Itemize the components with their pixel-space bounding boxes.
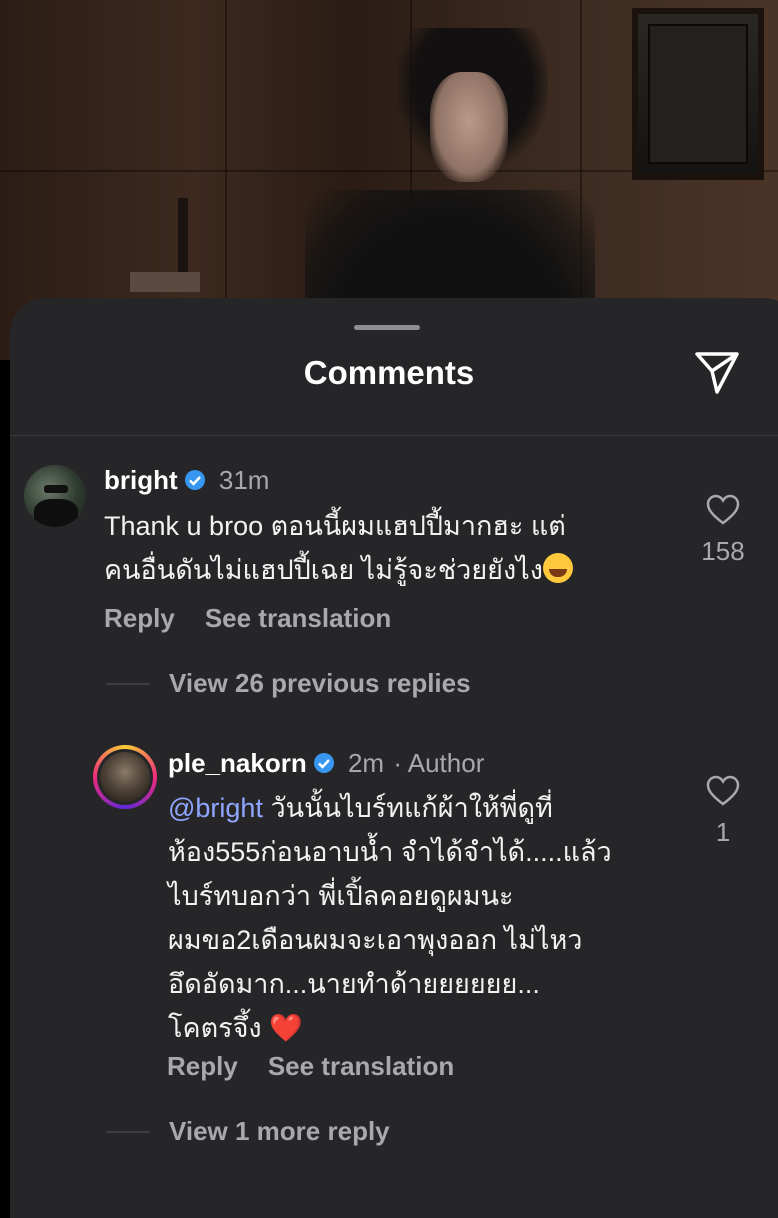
comment-line: คนอื่นดันไม่แฮปปี้เฉย ไม่รู้จะช่วยยังไง [104,548,664,592]
comment-line: โคตรจึ้ง ❤️ [168,1013,303,1043]
person-face [430,72,508,182]
comment-header: ple_nakorn 2m · Author [168,748,484,781]
comment-actions: Reply See translation [104,603,421,634]
avatar-story-ring[interactable] [93,745,157,809]
comment-header: bright 31m [104,465,269,498]
laughing-emoji-icon [542,553,573,583]
like-group: 158 [693,494,753,567]
comment-actions: Reply See translation [167,1051,484,1082]
comment-line: Thank u broo ตอนนี้ผมแฮปปี้มากฮะ แต่ [104,511,566,541]
header-divider [10,435,778,436]
heart-icon[interactable] [706,775,740,807]
view-previous-replies-button[interactable]: View 26 previous replies [169,668,471,699]
replies-line [106,683,150,685]
see-translation-button[interactable]: See translation [268,1051,454,1081]
comment-line: ห้อง555ก่อนอาบน้ำ จำได้จำได้.....แล้ว [168,837,612,867]
like-count: 1 [715,817,731,847]
username[interactable]: bright [104,465,178,495]
avatar [100,752,150,802]
author-badge: · Author [393,748,485,778]
like-group: 1 [693,775,753,848]
reply-button[interactable]: Reply [104,603,175,633]
comment-text: @bright วันนั้นไบร์ทแก้ผ้าให้พี่ดูที่ ห้… [168,786,688,1050]
verified-badge-icon [313,750,335,781]
window [632,8,764,180]
red-heart-emoji-icon: ❤️ [269,1013,303,1043]
reply-button[interactable]: Reply [167,1051,238,1081]
avatar[interactable] [24,465,86,527]
comments-sheet: Comments bright 31m Thank u broo ตอนนี้ผ… [10,298,778,1218]
heart-icon[interactable] [706,494,740,526]
replies-line [106,1131,150,1133]
view-more-replies-button[interactable]: View 1 more reply [169,1116,390,1147]
comment-line: อึดอัดมาก...นายทำด้ายยยยยย... [168,969,540,999]
comment-line: ไบร์ทบอกว่า พี่เปิ้ลคอยดูผมนะ [168,881,514,911]
comment-line: ผมขอ2เดือนผมจะเอาพุงออก ไม่ไหว [168,925,583,955]
mention-link[interactable]: @bright [168,793,263,823]
timestamp: 31m [218,465,270,495]
box [130,272,200,292]
comment-text: Thank u broo ตอนนี้ผมแฮปปี้มากฮะ แต่ คนอ… [104,504,664,592]
username[interactable]: ple_nakorn [168,748,307,778]
drag-handle[interactable] [354,325,420,330]
share-icon[interactable] [693,350,741,396]
timestamp: 2m [347,748,385,778]
see-translation-button[interactable]: See translation [205,603,391,633]
sheet-title: Comments [303,354,475,391]
verified-badge-icon [184,467,206,498]
comment-line: @bright วันนั้นไบร์ทแก้ผ้าให้พี่ดูที่ [168,793,553,823]
like-count: 158 [701,536,745,566]
